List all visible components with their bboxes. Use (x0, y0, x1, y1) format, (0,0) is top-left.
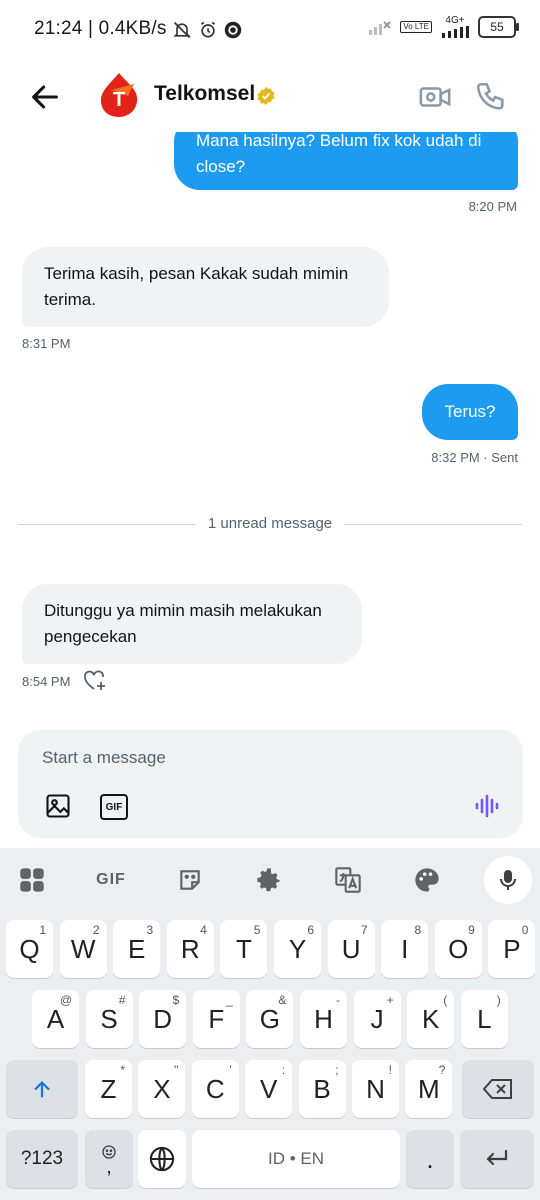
status-time-speed: 21:24 | 0.4KB/s (34, 18, 167, 39)
language-globe-key[interactable] (138, 1130, 186, 1188)
message-bubble-outgoing[interactable]: Mana hasilnya? Belum fix kok udah di clo… (174, 132, 518, 190)
key-v[interactable]: V: (245, 1060, 293, 1118)
status-icons (172, 18, 242, 42)
key-b[interactable]: B; (298, 1060, 346, 1118)
period-key[interactable]: . (406, 1130, 454, 1188)
message-bubble-outgoing[interactable]: Terus? (422, 384, 518, 440)
keyboard-apps-icon[interactable] (12, 860, 52, 900)
volte-badge: Vo LTE (400, 21, 432, 33)
key-n[interactable]: N! (352, 1060, 399, 1118)
heart-add-reaction-icon[interactable] (82, 669, 108, 693)
voice-message-icon[interactable] (473, 792, 501, 820)
chat-title[interactable]: Telkomsel (154, 82, 255, 106)
key-l[interactable]: L) (460, 990, 508, 1048)
emoji-comma-key[interactable]: , (85, 1130, 133, 1188)
key-q[interactable]: Q1 (6, 920, 53, 978)
settings-gear-icon[interactable] (249, 860, 289, 900)
key-g[interactable]: G & (246, 990, 294, 1048)
key-u[interactable]: U7 (327, 920, 375, 978)
battery-indicator: 55 (478, 16, 519, 38)
message-bubble-incoming[interactable]: Terima kasih, pesan Kakak sudah mimin te… (22, 247, 389, 327)
message-clip: Mana hasilnya? Belum fix kok udah di clo… (0, 132, 540, 212)
key-h[interactable]: H- (300, 990, 347, 1048)
network-type: 4G+ (445, 15, 465, 26)
key-r[interactable]: R4 (166, 920, 214, 978)
status-time: 21:24 (34, 18, 83, 39)
alarm-icon (200, 21, 216, 38)
shift-key[interactable] (6, 1060, 78, 1118)
message-timestamp: 8:31 PM (22, 336, 71, 351)
key-m[interactable]: M? (405, 1060, 453, 1118)
signal-sim2-icon (442, 26, 469, 38)
keyboard-mic-icon[interactable] (484, 856, 532, 904)
key-i[interactable]: I8 (381, 920, 429, 978)
svg-text:T: T (113, 89, 125, 111)
key-p[interactable]: P0 (488, 920, 536, 978)
key-s[interactable]: S # (85, 990, 133, 1048)
enter-key[interactable] (460, 1130, 534, 1188)
status-right: Vo LTE 4G+ 55 (368, 15, 519, 38)
threads-icon (224, 21, 242, 39)
message-input[interactable] (42, 746, 442, 770)
globe-icon (149, 1146, 175, 1172)
verified-badge-icon (257, 86, 275, 106)
message-timestamp: 8:20 PM (468, 199, 517, 214)
on-screen-keyboard: GIF Q1W2E3R4T5Y6U7I8O9P0 A @ S # D $ F _ G & H - J + K… (0, 848, 540, 1200)
signal-sim1-icon (369, 21, 392, 35)
status-speed: 0.4KB/s (98, 18, 167, 39)
key-a[interactable]: A @ (32, 990, 79, 1048)
video-call-icon[interactable] (418, 80, 452, 114)
message-composer: GIF (18, 730, 523, 838)
telkomsel-logo-avatar[interactable]: T (98, 72, 140, 118)
theme-palette-icon[interactable] (407, 860, 447, 900)
key-y[interactable]: Y6 (274, 920, 321, 978)
key-z[interactable]: Z * (85, 1060, 132, 1118)
phone-icon[interactable] (474, 80, 508, 114)
bell-muted-icon (173, 21, 191, 39)
symbols-key[interactable]: ?123 (6, 1130, 78, 1188)
key-j[interactable]: J + (353, 990, 401, 1048)
key-k[interactable]: K( (407, 990, 455, 1048)
key-d[interactable]: D $ (139, 990, 187, 1048)
key-t[interactable]: T5 (220, 920, 268, 978)
backspace-key[interactable] (462, 1060, 534, 1118)
key-e[interactable]: E3 (113, 920, 161, 978)
key-w[interactable]: W2 (59, 920, 107, 978)
key-x[interactable]: X " (138, 1060, 186, 1118)
message-timestamp-sent: 8:32 PM · Sent (431, 450, 518, 465)
gif-button[interactable]: GIF (100, 794, 128, 820)
status-bar: 21:24 | 0.4KB/s Vo LTE 4G+ 55 (0, 0, 540, 60)
translate-icon[interactable] (328, 860, 368, 900)
key-o[interactable]: O9 (434, 920, 482, 978)
chat-header: T Telkomsel (0, 60, 540, 132)
space-bar[interactable]: ID • EN (192, 1130, 400, 1188)
sticker-icon[interactable] (170, 860, 210, 900)
back-arrow-icon[interactable] (28, 80, 62, 114)
unread-divider: 1 unread message (0, 515, 540, 532)
key-f[interactable]: F _ (192, 990, 240, 1048)
message-timestamp: 8:54 PM (22, 674, 71, 689)
keyboard-gif-button[interactable]: GIF (91, 860, 131, 900)
message-bubble-incoming[interactable]: Ditunggu ya mimin masih melakukan pengec… (22, 584, 362, 664)
key-c[interactable]: C ' (191, 1060, 239, 1118)
image-icon[interactable] (44, 792, 72, 820)
